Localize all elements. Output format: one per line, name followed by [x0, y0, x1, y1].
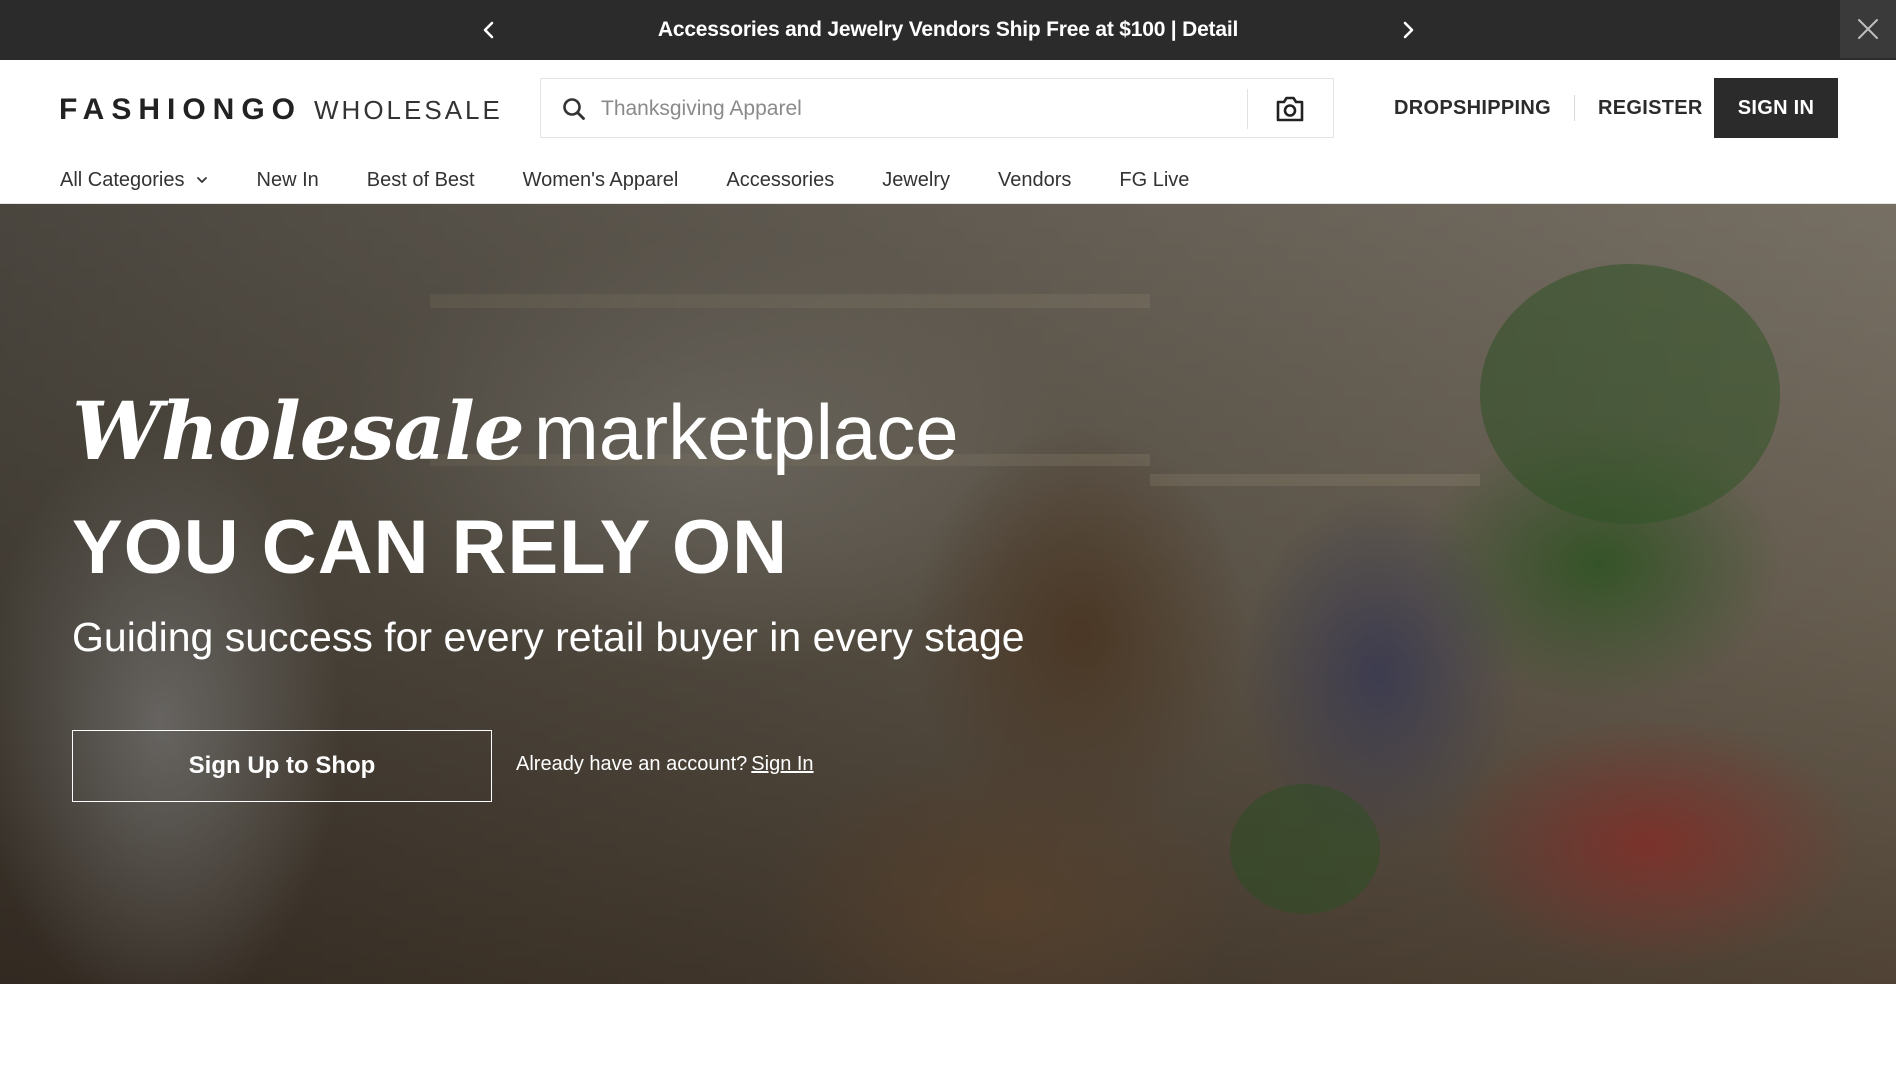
- announcement-message[interactable]: Accessories and Jewelry Vendors Ship Fre…: [0, 0, 1896, 60]
- nav-item-fg-live[interactable]: FG Live: [1119, 169, 1189, 192]
- hero-banner: Wholesale marketplace YOU CAN RELY ON Gui…: [0, 204, 1896, 984]
- nav-item-vendors[interactable]: Vendors: [998, 169, 1071, 192]
- site-logo[interactable]: FASHIONGO WHOLESALE: [59, 93, 503, 133]
- header-link-divider: [1573, 95, 1575, 121]
- chevron-right-icon: [1403, 21, 1414, 39]
- logo-brand: FASHIONGO: [59, 93, 303, 126]
- site-header: FASHIONGO WHOLESALE DROPSHIPPING REGISTE…: [0, 60, 1896, 204]
- hero-headline-bold: YOU CAN RELY ON: [72, 505, 789, 590]
- nav-item-new-in[interactable]: New In: [257, 169, 319, 192]
- announcement-close-button[interactable]: [1840, 0, 1896, 58]
- search-divider: [1247, 89, 1248, 129]
- camera-icon: [1276, 96, 1304, 122]
- hero-sign-in-link[interactable]: Sign In: [751, 753, 813, 775]
- sign-in-button[interactable]: SIGN IN: [1714, 78, 1838, 138]
- close-icon: [1858, 19, 1878, 39]
- nav-item-label: All Categories: [60, 168, 185, 191]
- hero-overlay: [0, 204, 1896, 984]
- hero-headline: Wholesale marketplace: [72, 384, 959, 478]
- logo-sub: WHOLESALE: [314, 95, 503, 125]
- sign-up-to-shop-button[interactable]: Sign Up to Shop: [72, 730, 492, 802]
- announcement-next-button[interactable]: [1392, 14, 1424, 46]
- register-link[interactable]: REGISTER: [1598, 97, 1703, 120]
- nav-item-best-of-best[interactable]: Best of Best: [367, 169, 475, 192]
- nav-item-womens-apparel[interactable]: Women's Apparel: [523, 169, 679, 192]
- hero-headline-italic: Wholesale: [72, 384, 525, 478]
- dropshipping-link[interactable]: DROPSHIPPING: [1394, 97, 1551, 120]
- search-bar: [540, 78, 1334, 138]
- chevron-down-icon: [196, 177, 207, 183]
- nav-item-jewelry[interactable]: Jewelry: [882, 169, 950, 192]
- search-input[interactable]: [601, 91, 1251, 127]
- main-nav: All Categories New In Best of Best Women…: [60, 158, 1237, 202]
- search-icon[interactable]: [561, 96, 587, 122]
- nav-item-accessories[interactable]: Accessories: [726, 169, 834, 192]
- announcement-bar: Accessories and Jewelry Vendors Ship Fre…: [0, 0, 1896, 60]
- hero-subheadline: Guiding success for every retail buyer i…: [72, 614, 1025, 660]
- already-have-account-text: Already have an account?: [516, 753, 748, 775]
- already-have-account: Already have an account? Sign In: [516, 753, 814, 776]
- header-links: DROPSHIPPING REGISTER: [1394, 78, 1703, 138]
- nav-item-all-categories[interactable]: All Categories: [60, 169, 209, 192]
- hero-headline-rest: marketplace: [533, 388, 959, 476]
- image-search-button[interactable]: [1273, 92, 1307, 126]
